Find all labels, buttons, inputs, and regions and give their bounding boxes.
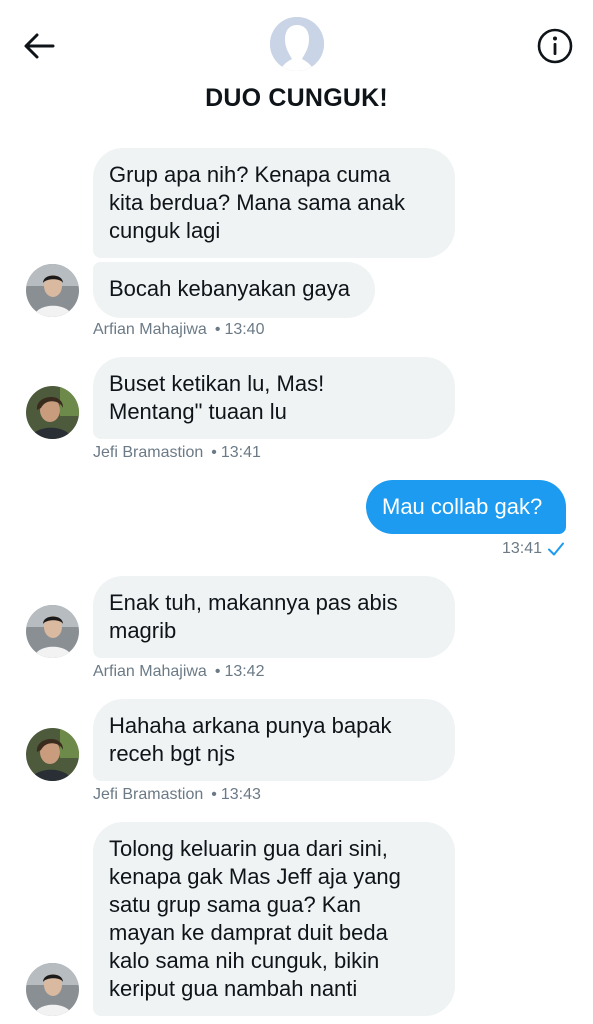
conversation-header: DUO CUNGUK! bbox=[0, 0, 593, 130]
timestamp: 13:43 bbox=[220, 786, 261, 803]
timestamp: 13:40 bbox=[224, 321, 265, 338]
message-bubble[interactable]: Enak tuh, makannya pas abis magrib bbox=[93, 576, 455, 658]
message-bubble[interactable]: Hahaha arkana punya bapak receh bgt njs bbox=[93, 699, 455, 781]
conversation-title: DUO CUNGUK! bbox=[205, 84, 388, 112]
own-message-meta: 13:41 bbox=[502, 540, 565, 558]
message-bubble[interactable]: Buset ketikan lu, Mas! Mentang" tuaan lu bbox=[93, 357, 455, 439]
back-button[interactable] bbox=[22, 28, 58, 64]
group-avatar[interactable] bbox=[270, 17, 324, 71]
sender-name: Jefi Bramastion bbox=[93, 786, 204, 803]
message-bubble[interactable]: Tolong keluarin gua dari sini, kenapa ga… bbox=[93, 822, 455, 1016]
avatar-jefi[interactable] bbox=[26, 386, 79, 439]
own-message-bubble[interactable]: Mau collab gak? bbox=[366, 480, 566, 534]
timestamp: 13:41 bbox=[502, 540, 543, 557]
avatar-arfian[interactable] bbox=[26, 963, 79, 1016]
message-meta: Jefi Bramastion • 13:41 bbox=[93, 444, 261, 461]
timestamp: 13:41 bbox=[220, 444, 261, 461]
info-circle-icon bbox=[537, 28, 573, 64]
message-meta: Arfian Mahajiwa • 13:42 bbox=[93, 663, 265, 680]
avatar-arfian[interactable] bbox=[26, 605, 79, 658]
message-meta: Arfian Mahajiwa • 13:40 bbox=[93, 321, 265, 338]
avatar-arfian[interactable] bbox=[26, 264, 79, 317]
timestamp: 13:42 bbox=[224, 663, 265, 680]
message-bubble[interactable]: Grup apa nih? Kenapa cuma kita berdua? M… bbox=[93, 148, 455, 258]
info-button[interactable] bbox=[536, 27, 574, 65]
message-meta: Jefi Bramastion • 13:43 bbox=[93, 786, 261, 803]
arrow-left-icon bbox=[24, 33, 55, 59]
default-avatar-icon bbox=[270, 17, 324, 71]
sender-name: Arfian Mahajiwa bbox=[93, 321, 207, 338]
message-bubble[interactable]: Bocah kebanyakan gaya bbox=[93, 262, 375, 318]
sender-name: Jefi Bramastion bbox=[93, 444, 204, 461]
sender-name: Arfian Mahajiwa bbox=[93, 663, 207, 680]
avatar-jefi[interactable] bbox=[26, 728, 79, 781]
read-check-icon bbox=[548, 542, 565, 556]
